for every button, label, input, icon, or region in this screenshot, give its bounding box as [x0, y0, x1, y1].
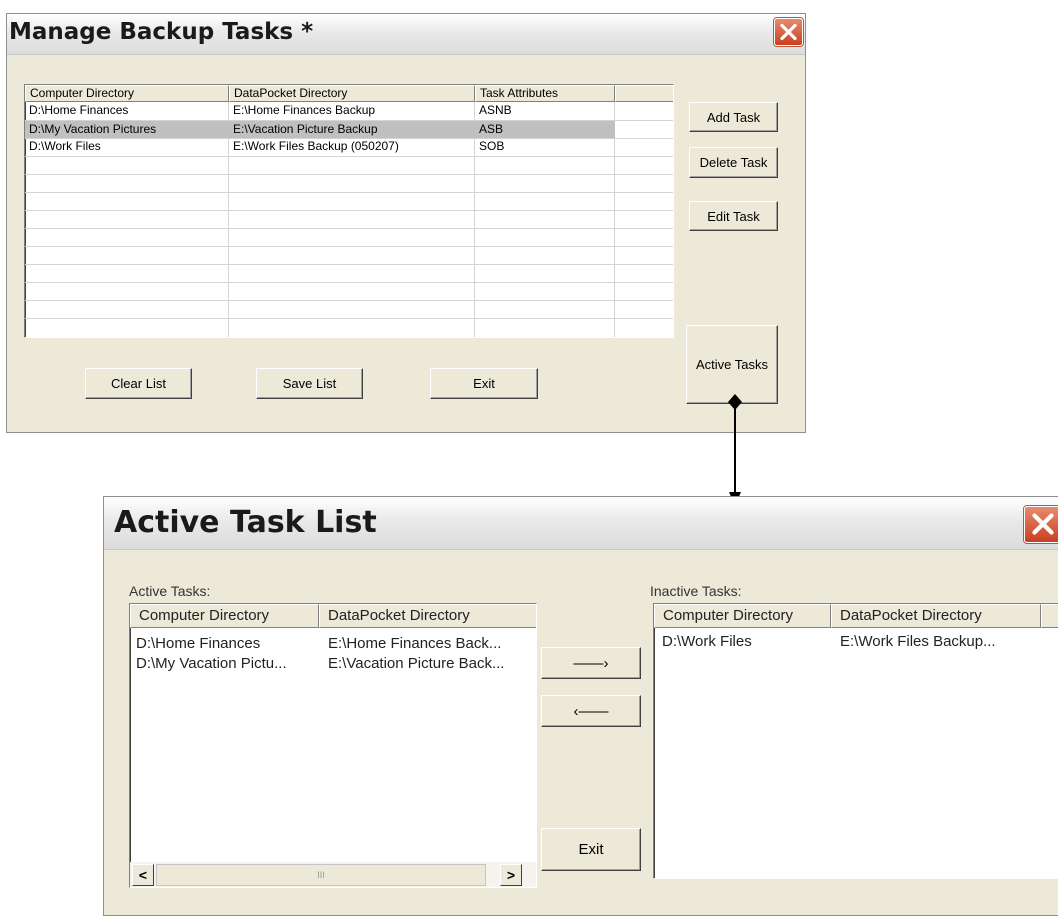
close-icon	[780, 23, 797, 41]
save-list-button[interactable]: Save List	[256, 368, 363, 399]
inactive-tasks-list[interactable]: Computer Directory DataPocket Directory …	[653, 603, 1058, 879]
manage-title-bar[interactable]: Manage Backup Tasks *	[7, 14, 805, 55]
horizontal-scrollbar[interactable]: < III >	[130, 862, 536, 887]
scroll-right-button[interactable]: >	[500, 864, 522, 886]
move-right-button[interactable]: ——›	[541, 647, 641, 679]
active-task-list-window: Active Task List Active Tasks: Inactive …	[103, 496, 1058, 916]
chevron-right-icon: >	[506, 867, 516, 883]
grid-line	[25, 318, 673, 319]
grid-line	[25, 246, 673, 247]
cell-datapocket-directory: E:\Home Finances Backup	[233, 103, 376, 117]
cell-task-attributes: SOB	[479, 139, 505, 153]
grip-icon: III	[317, 870, 325, 880]
grid-line	[25, 174, 673, 175]
scroll-thumb[interactable]: III	[156, 864, 486, 886]
inactive-tasks-label: Inactive Tasks:	[650, 583, 742, 599]
active-close-button[interactable]	[1024, 506, 1058, 543]
task-table[interactable]: Computer Directory DataPocket Directory …	[24, 84, 674, 338]
clear-list-button[interactable]: Clear List	[85, 368, 192, 399]
exit-button[interactable]: Exit	[541, 828, 641, 871]
delete-task-button[interactable]: Delete Task	[689, 147, 778, 178]
cell-datapocket-directory: E:\Work Files Backup...	[840, 633, 996, 650]
cell-computer-directory: D:\Work Files	[29, 139, 101, 153]
grid-line	[25, 192, 673, 193]
arrow-right-icon: ——›	[573, 654, 609, 672]
active-title-bar[interactable]: Active Task List	[104, 497, 1058, 550]
chevron-left-icon: <	[138, 867, 148, 883]
close-icon	[1032, 513, 1054, 535]
connector-arrow	[728, 394, 742, 506]
cell-computer-directory: D:\Work Files	[662, 633, 752, 650]
cell-task-attributes: ASNB	[479, 103, 512, 117]
cell-datapocket-directory: E:\Vacation Picture Backup	[233, 122, 378, 136]
grid-line	[25, 228, 673, 229]
active-tasks-list[interactable]: Computer Directory DataPocket Directory …	[129, 603, 537, 888]
column-header-computer-directory[interactable]: Computer Directory	[130, 604, 319, 628]
add-task-button[interactable]: Add Task	[689, 102, 778, 132]
column-header-computer-directory[interactable]: Computer Directory	[25, 85, 229, 102]
column-header-datapocket-directory[interactable]: DataPocket Directory	[831, 604, 1041, 628]
column-header-datapocket-directory[interactable]: DataPocket Directory	[319, 604, 536, 628]
column-header-computer-directory[interactable]: Computer Directory	[654, 604, 831, 628]
cell-computer-directory: D:\Home Finances	[29, 103, 129, 117]
cell-datapocket-directory: E:\Vacation Picture Back...	[328, 655, 505, 672]
scroll-left-button[interactable]: <	[132, 864, 154, 886]
grid-line	[25, 282, 673, 283]
move-left-button[interactable]: ‹——	[541, 695, 641, 727]
grid-line	[25, 264, 673, 265]
arrow-left-icon: ‹——	[573, 702, 609, 720]
cell-computer-directory: D:\Home Finances	[136, 635, 261, 652]
column-header-datapocket-directory[interactable]: DataPocket Directory	[229, 85, 475, 102]
manage-close-button[interactable]	[774, 18, 803, 46]
active-tasks-label: Active Tasks:	[129, 583, 211, 599]
grid-line	[25, 300, 673, 301]
cell-datapocket-directory: E:\Home Finances Back...	[328, 635, 502, 652]
column-header-task-attributes[interactable]: Task Attributes	[475, 85, 615, 102]
cell-task-attributes: ASB	[479, 122, 504, 136]
cell-datapocket-directory: E:\Work Files Backup (050207)	[233, 139, 399, 153]
exit-button[interactable]: Exit	[430, 368, 538, 399]
active-window-title: Active Task List	[114, 505, 377, 540]
manage-backup-tasks-window: Manage Backup Tasks * Computer Directory…	[6, 13, 806, 433]
column-header-blank[interactable]	[1041, 604, 1058, 628]
grid-line	[25, 210, 673, 211]
cell-computer-directory: D:\My Vacation Pictures	[29, 122, 157, 136]
manage-window-title: Manage Backup Tasks *	[9, 19, 314, 45]
edit-task-button[interactable]: Edit Task	[689, 201, 778, 231]
grid-line	[25, 156, 673, 157]
column-header-blank[interactable]	[615, 85, 673, 102]
cell-computer-directory: D:\My Vacation Pictu...	[136, 655, 287, 672]
